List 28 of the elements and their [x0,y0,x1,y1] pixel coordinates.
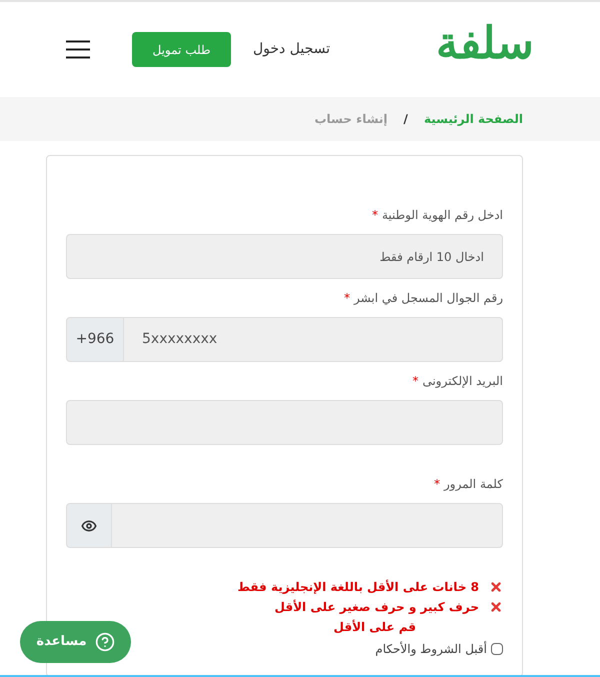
menu-icon[interactable] [66,40,90,59]
input-field[interactable] [66,400,503,445]
help-button[interactable]: مساعدة [20,621,131,663]
breadcrumb-link[interactable]: الصفحة الرئيسية [424,110,523,128]
breadcrumb-link[interactable]: إنشاء حساب [314,110,388,128]
field-label: كلمة المرور [444,476,503,493]
required-mark: * [344,290,350,307]
field-label: البريد الإلكترونى [422,373,503,390]
password-rule: 8 خانات على الأقل باللغة الإنجليزية فقط [237,578,479,596]
password-rule: حرف كبير و حرف صغير على الأقل [274,598,479,616]
field-label: ادخل رقم الهوية الوطنية [382,207,503,224]
eye-icon[interactable] [81,518,97,534]
input-field[interactable]: ادخال 10 ارقام فقط [66,234,503,279]
phone-field[interactable]: 5xxxxxxxx [124,317,503,362]
required-mark: * [372,207,378,224]
country-code: +966 [66,317,124,362]
field-label: رقم الجوال المسجل في ابشر [354,290,503,307]
password-rule: قم على الأقل [334,618,416,636]
password-field[interactable] [66,503,503,548]
help-icon [94,632,115,652]
terms-checkbox[interactable] [491,643,503,655]
required-mark: * [412,373,418,390]
terms-label: أقبل الشروط والأحكام [375,640,487,658]
logo[interactable]: سلفة [436,22,534,78]
login-link[interactable]: تسجيل دخول [253,39,330,60]
apply-button[interactable]: طلب تمويل [132,32,231,67]
breadcrumb-separator: / [402,111,409,128]
required-mark: * [434,476,440,493]
